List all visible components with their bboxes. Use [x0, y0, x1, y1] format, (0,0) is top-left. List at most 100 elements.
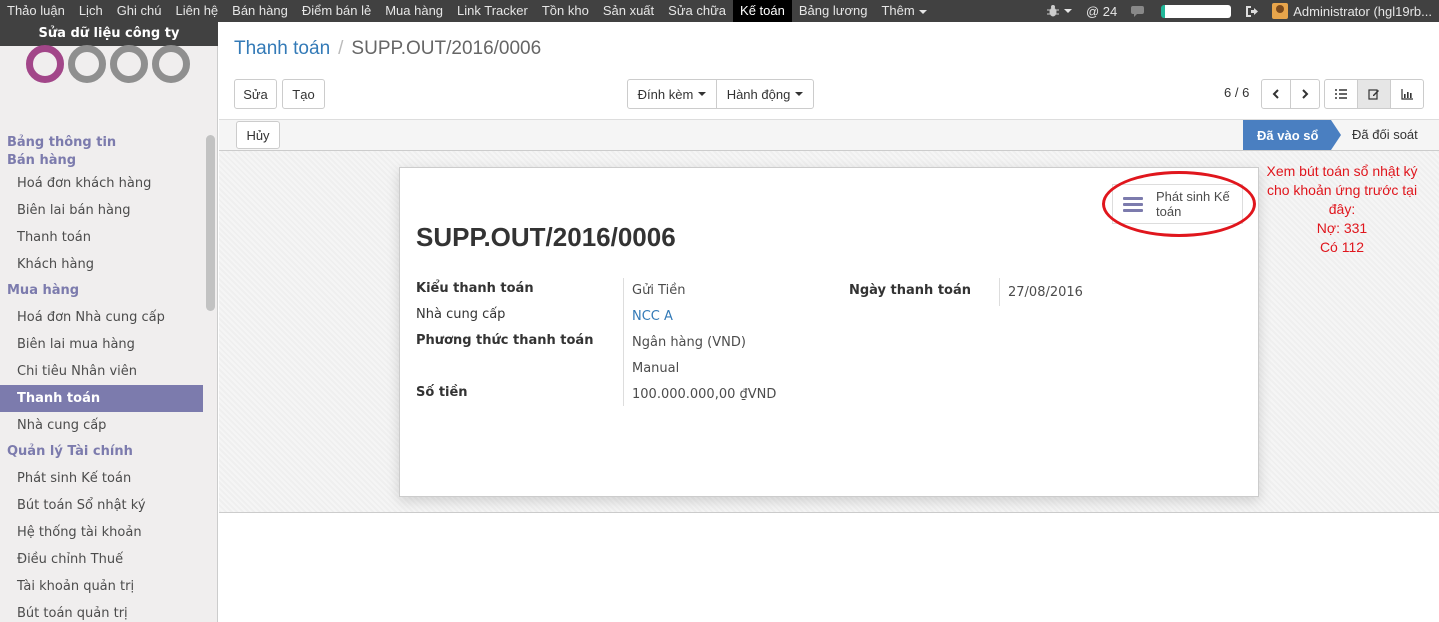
graph-view-button[interactable]: [1390, 79, 1424, 109]
annotation-line-1: Xem bút toán sổ nhật ký: [1266, 163, 1418, 179]
sidebar-scrollbar[interactable]: [206, 135, 215, 311]
record-title: SUPP.OUT/2016/0006: [416, 222, 676, 252]
create-button[interactable]: Tạo: [282, 79, 325, 109]
caret-down-icon: [795, 92, 804, 96]
menu-calendar[interactable]: Lịch: [72, 0, 110, 22]
highlight-ellipse: [1102, 171, 1256, 237]
menu-repairs[interactable]: Sửa chữa: [661, 0, 733, 22]
pager-previous[interactable]: [1261, 79, 1291, 109]
bar-chart-icon: [1401, 88, 1413, 100]
menu-inventory[interactable]: Tồn kho: [535, 0, 596, 22]
odoo-logo: [26, 45, 196, 105]
action-label: Hành động: [726, 86, 791, 102]
sidebar-item-customer-invoices[interactable]: Hoá đơn khách hàng: [0, 170, 203, 197]
menu-pos[interactable]: Điểm bán lẻ: [295, 0, 378, 22]
edit-button[interactable]: Sửa: [234, 79, 277, 109]
chevron-left-icon: [1272, 89, 1279, 99]
logo-circle-d: [68, 45, 106, 83]
attachment-label: Đính kèm: [637, 86, 694, 102]
sidebar-item-vendor-payments[interactable]: Thanh toán: [0, 385, 203, 412]
bug-icon[interactable]: [1039, 0, 1079, 22]
menu-accounting[interactable]: Kế toán: [733, 0, 792, 22]
edit-company-button[interactable]: Sửa dữ liệu công ty: [0, 22, 218, 46]
field-divider: [999, 278, 1000, 306]
sidebar-item-analytic-entries[interactable]: Bút toán quản trị: [0, 600, 203, 622]
caret-down-icon: [918, 9, 927, 14]
chat-icon[interactable]: [1124, 0, 1154, 22]
pager-next[interactable]: [1290, 79, 1320, 109]
list-view-button[interactable]: [1324, 79, 1358, 109]
sidebar-item-tax-adjustments[interactable]: Điều chỉnh Thuế: [0, 546, 203, 573]
caret-down-icon: [698, 92, 707, 96]
top-navbar: Thảo luận Lịch Ghi chú Liên hệ Bán hàng …: [0, 0, 1439, 22]
breadcrumb-parent[interactable]: Thanh toán: [234, 38, 330, 59]
section-finance: Quản lý Tài chính: [7, 444, 133, 459]
sidebar-item-analytic-accounts[interactable]: Tài khoản quản trị: [0, 573, 203, 600]
app-menu: Thảo luận Lịch Ghi chú Liên hệ Bán hàng …: [0, 0, 934, 22]
edit-icon: [1368, 89, 1379, 100]
action-dropdown[interactable]: Hành động: [716, 79, 814, 109]
cancel-button[interactable]: Hủy: [236, 121, 280, 149]
payment-date-label: Ngày thanh toán: [849, 283, 972, 298]
annotation-line-5: Có 112: [1319, 239, 1365, 255]
search-bar[interactable]: [1154, 0, 1238, 22]
payment-type-label: Kiểu thanh toán: [416, 281, 534, 296]
menu-contacts[interactable]: Liên hệ: [169, 0, 226, 22]
menu-manufacturing[interactable]: Sản xuất: [596, 0, 661, 22]
chevron-right-icon: [1302, 89, 1309, 99]
sidebar-item-journal-entries[interactable]: Bút toán Sổ nhật ký: [0, 492, 203, 519]
section-sales: Bán hàng: [7, 153, 77, 168]
form-sheet: Phát sinh Kế toán SUPP.OUT/2016/0006 Kiể…: [399, 167, 1259, 497]
sidebar-item-sales-payments[interactable]: Thanh toán: [0, 224, 203, 251]
annotation-note: Xem bút toán sổ nhật ký cho khoản ứng tr…: [1254, 162, 1430, 257]
journal-value: Ngân hàng (VND): [632, 335, 746, 350]
menu-sales[interactable]: Bán hàng: [225, 0, 295, 22]
payment-method-value: Manual: [632, 361, 680, 376]
sidebar-item-vendors[interactable]: Nhà cung cấp: [0, 412, 203, 439]
partner-label: Nhà cung cấp: [416, 307, 506, 322]
breadcrumb: Thanh toán / SUPP.OUT/2016/0006: [234, 38, 541, 60]
menu-purchase[interactable]: Mua hàng: [378, 0, 450, 22]
field-divider: [623, 278, 624, 406]
sidebar-item-employee-expenses[interactable]: Chi tiêu Nhân viên: [0, 358, 203, 385]
sidebar-item-journal-items[interactable]: Phát sinh Kế toán: [0, 465, 203, 492]
payment-type-value: Gửi Tiền: [632, 283, 686, 298]
menu-discuss[interactable]: Thảo luận: [0, 0, 72, 22]
mentions-counter[interactable]: @ 24: [1079, 0, 1124, 22]
search-input[interactable]: [1161, 4, 1232, 18]
menu-notes[interactable]: Ghi chú: [110, 0, 169, 22]
section-purchases: Mua hàng: [7, 283, 80, 298]
annotation-line-2: cho khoản ứng trước tại: [1266, 182, 1418, 198]
status-reconciled[interactable]: Đã đối soát: [1352, 127, 1418, 142]
list-icon: [1335, 89, 1347, 99]
logo-circle-o: [26, 45, 64, 83]
breadcrumb-separator: /: [338, 38, 344, 59]
annotation-line-3: đây:: [1328, 201, 1356, 217]
section-dashboard[interactable]: Bảng thông tin: [0, 134, 203, 152]
partner-link[interactable]: NCC A: [632, 309, 673, 324]
menu-link-tracker[interactable]: Link Tracker: [450, 0, 535, 22]
menu-more[interactable]: Thêm: [874, 0, 933, 22]
sidebar-item-customers[interactable]: Khách hàng: [0, 251, 203, 278]
user-menu[interactable]: Administrator (hgl19rb...: [1265, 0, 1439, 22]
logout-icon[interactable]: [1238, 0, 1265, 22]
attachment-dropdown[interactable]: Đính kèm: [627, 79, 717, 109]
user-name: Administrator (hgl19rb...: [1293, 3, 1432, 19]
pager-value: 6 / 6: [1224, 85, 1250, 100]
amount-label: Số tiền: [416, 385, 468, 400]
caret-down-icon: [1063, 9, 1072, 13]
sidebar-item-sales-receipts[interactable]: Biên lai bán hàng: [0, 197, 203, 224]
sidebar-item-chart-of-accounts[interactable]: Hệ thống tài khoản: [0, 519, 203, 546]
logo-circle-o2: [110, 45, 148, 83]
topbar-right: @ 24 Administrator (hgl19rb...: [1039, 0, 1439, 22]
journal-label: Phương thức thanh toán: [416, 333, 594, 348]
amount-value: 100.000.000,00 ₫VND: [632, 387, 777, 402]
sidebar-item-purchase-receipts[interactable]: Biên lai mua hàng: [0, 331, 203, 358]
status-posted: Đã vào sổ: [1243, 120, 1341, 150]
annotation-line-4: Nợ: 331: [1316, 220, 1368, 236]
form-view-button[interactable]: [1357, 79, 1391, 109]
sidebar-item-vendor-bills[interactable]: Hoá đơn Nhà cung cấp: [0, 304, 203, 331]
breadcrumb-current: SUPP.OUT/2016/0006: [351, 38, 542, 59]
menu-payroll[interactable]: Bảng lương: [792, 0, 875, 22]
sidebar-menu: Bảng thông tin Bán hàng Hoá đơn khách hà…: [0, 110, 203, 622]
